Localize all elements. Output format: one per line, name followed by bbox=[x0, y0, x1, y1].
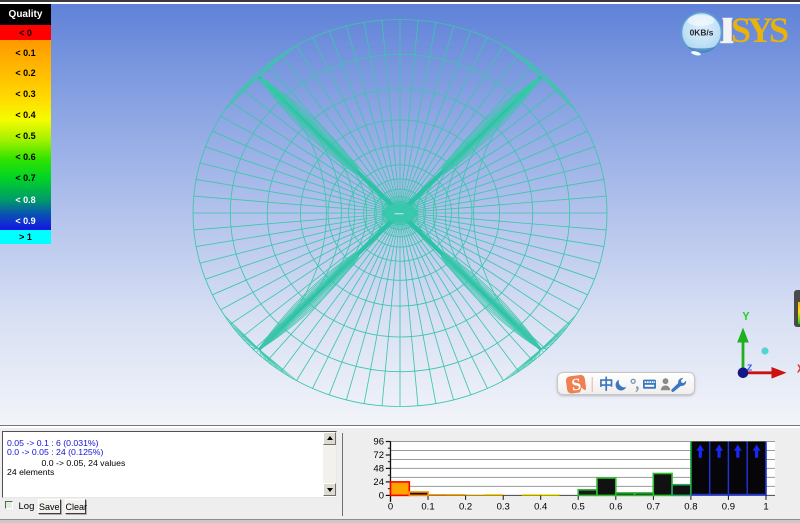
svg-text:96: 96 bbox=[373, 437, 384, 448]
svg-text:0KB/s: 0KB/s bbox=[690, 28, 714, 38]
svg-text:0: 0 bbox=[388, 501, 393, 512]
svg-text:0.9: 0.9 bbox=[722, 501, 735, 512]
svg-text:0.3: 0.3 bbox=[497, 501, 510, 512]
svg-text:0.1: 0.1 bbox=[421, 501, 434, 512]
svg-text:0.6: 0.6 bbox=[609, 501, 622, 512]
svg-text:48: 48 bbox=[373, 464, 384, 475]
svg-text:0.4: 0.4 bbox=[534, 501, 547, 512]
svg-text:Y: Y bbox=[743, 311, 750, 324]
svg-text:0.2: 0.2 bbox=[459, 501, 472, 512]
svg-text:24: 24 bbox=[373, 477, 384, 488]
svg-text:0.5: 0.5 bbox=[572, 501, 585, 512]
svg-text:72: 72 bbox=[373, 450, 384, 461]
svg-text:SYS: SYS bbox=[731, 10, 788, 50]
svg-text:0: 0 bbox=[379, 491, 384, 502]
svg-text:中: 中 bbox=[599, 375, 614, 393]
svg-text:1: 1 bbox=[763, 501, 768, 512]
svg-text:0.8: 0.8 bbox=[684, 501, 697, 512]
svg-text:0.7: 0.7 bbox=[647, 501, 660, 512]
